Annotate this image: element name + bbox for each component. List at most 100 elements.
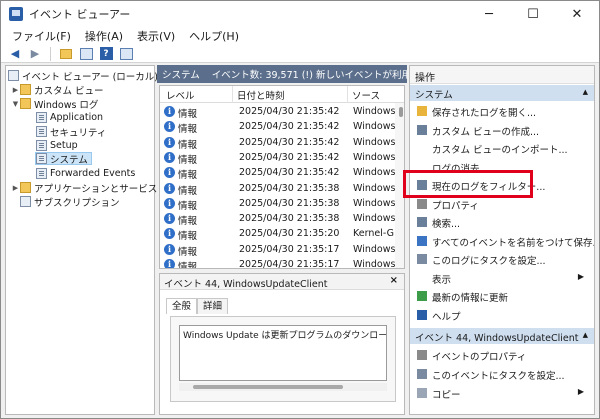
up-folder-icon[interactable] — [58, 47, 74, 61]
scrollbar-thumb[interactable] — [399, 107, 403, 117]
column-source[interactable]: ソース — [352, 88, 380, 102]
folder-open-icon — [417, 106, 427, 116]
table-row[interactable]: i 情報 2025/04/30 21:35:17 Windows — [160, 258, 396, 269]
navigation-tree: イベント ビューアー (ローカル) ▶ カスタム ビュー ▼ Windows ロ… — [5, 65, 179, 415]
action-item[interactable]: イベントのプロパティ — [410, 347, 594, 363]
table-row[interactable]: i 情報 2025/04/30 21:35:38 Windows — [160, 182, 396, 197]
action-label: 最新の情報に更新 — [432, 293, 509, 304]
tree-item-custom-views[interactable]: ▶ カスタム ビュー — [11, 83, 104, 97]
tree-item-security[interactable]: セキュリティ — [36, 125, 106, 139]
action-item[interactable]: 検索... — [410, 214, 594, 230]
action-item[interactable]: ヘルプ — [410, 307, 594, 323]
submenu-arrow-icon: ▶ — [577, 387, 584, 396]
action-item[interactable]: 保存されたログを開く... — [410, 103, 594, 119]
collapse-up-icon[interactable]: ▲ — [583, 88, 588, 96]
properties-icon — [417, 350, 427, 360]
action-item[interactable]: コピー ▶ — [410, 385, 594, 401]
action-label: このイベントにタスクを設定... — [432, 371, 565, 382]
tab-details[interactable]: 詳細 — [197, 298, 229, 314]
maximize-button[interactable]: ☐ — [511, 1, 555, 27]
cell-source: Windows — [353, 167, 396, 179]
table-row[interactable]: i 情報 2025/04/30 21:35:42 Windows — [160, 166, 396, 181]
table-row[interactable]: i 情報 2025/04/30 21:35:42 Windows — [160, 151, 396, 166]
tree-item-system[interactable]: システム — [35, 152, 92, 166]
action-item[interactable]: このログにタスクを設定... — [410, 251, 594, 267]
action-item[interactable]: カスタム ビューの作成... — [410, 122, 594, 138]
action-label: コピー — [432, 390, 461, 401]
cell-source: Windows — [353, 243, 396, 255]
close-button[interactable]: ✕ — [555, 1, 599, 27]
filter-icon — [417, 124, 427, 135]
tree-item-root[interactable]: イベント ビューアー (ローカル) — [8, 69, 158, 83]
cell-level: 情報 — [178, 170, 198, 182]
scrollbar-thumb[interactable] — [193, 385, 343, 389]
cell-level: 情報 — [178, 154, 198, 166]
menu-file[interactable]: ファイル(F) — [5, 28, 78, 44]
cell-level: 情報 — [178, 216, 198, 228]
message-scrollbar[interactable] — [179, 383, 387, 391]
collapse-up-icon[interactable]: ▲ — [583, 331, 588, 339]
cell-source: Windows — [353, 136, 396, 148]
back-arrow-icon[interactable]: ◀ — [7, 47, 23, 61]
menu-help[interactable]: ヘルプ(H) — [182, 28, 246, 44]
table-row[interactable]: i 情報 2025/04/30 21:35:38 Windows — [160, 197, 396, 212]
close-detail-icon[interactable]: × — [390, 275, 398, 286]
cell-level: 情報 — [178, 109, 198, 120]
expand-arrow-icon[interactable]: ▶ — [11, 184, 20, 192]
find-icon — [417, 217, 427, 227]
show-hide-tree-icon[interactable] — [78, 47, 94, 61]
cell-level: 情報 — [178, 262, 198, 269]
tree-item-apps-services[interactable]: ▶ アプリケーションとサービス ログ — [11, 181, 179, 195]
tab-general[interactable]: 全般 — [166, 298, 198, 314]
info-icon: i — [164, 136, 175, 148]
submenu-arrow-icon: ▶ — [577, 271, 584, 281]
table-row[interactable]: i 情報 2025/04/30 21:35:17 Windows — [160, 243, 396, 258]
menu-action[interactable]: 操作(A) — [78, 28, 130, 44]
table-row[interactable]: i 情報 2025/04/30 21:35:42 Windows — [160, 105, 396, 120]
cell-source: Windows — [353, 121, 396, 133]
cell-datetime: 2025/04/30 21:35:42 — [239, 167, 340, 179]
action-item[interactable]: カスタム ビューのインポート... — [410, 140, 594, 156]
minimize-button[interactable]: ─ — [467, 1, 511, 27]
action-label: プロパティ — [432, 200, 479, 212]
blank-icon — [417, 143, 427, 153]
tree-item-windows-logs[interactable]: ▼ Windows ログ — [11, 97, 98, 111]
actions-section-system[interactable]: システム ▲ — [410, 85, 594, 101]
collapse-arrow-icon[interactable]: ▼ — [11, 100, 20, 108]
help-icon[interactable]: ? — [98, 47, 114, 61]
save-icon — [417, 235, 427, 246]
action-label: イベントのプロパティ — [432, 352, 527, 363]
event-message[interactable]: Windows Update は更新プログラムのダウンロードを開始し — [179, 325, 387, 381]
actions-section-event[interactable]: イベント 44, WindowsUpdateClient ▲ — [410, 328, 594, 344]
info-icon: i — [164, 121, 175, 133]
column-separator — [232, 86, 233, 103]
cell-source: Windows — [353, 259, 396, 269]
tree-item-subscriptions[interactable]: サブスクリプション — [20, 195, 120, 209]
table-row[interactable]: i 情報 2025/04/30 21:35:42 Windows — [160, 136, 396, 151]
column-level[interactable]: レベル — [166, 88, 195, 102]
event-count: イベント数: 39,571 (!) 新しいイベントが利用可能です — [211, 70, 407, 81]
cell-datetime: 2025/04/30 21:35:42 — [239, 151, 340, 163]
table-row[interactable]: i 情報 2025/04/30 21:35:38 Windows — [160, 212, 396, 227]
event-viewer-icon — [9, 7, 23, 21]
action-item[interactable]: すべてのイベントを名前をつけて保存... — [410, 233, 594, 249]
info-icon: i — [164, 167, 175, 179]
table-row[interactable]: i 情報 2025/04/30 21:35:42 Windows — [160, 120, 396, 135]
table-row[interactable]: i 情報 2025/04/30 21:35:20 Kernel-G — [160, 227, 396, 242]
tree-item-forwarded-events[interactable]: Forwarded Events — [36, 167, 135, 180]
action-item[interactable]: このイベントにタスクを設定... — [410, 366, 594, 382]
log-header-bar: システム イベント数: 39,571 (!) 新しいイベントが利用可能です — [157, 65, 407, 83]
toolbar-separator — [50, 46, 51, 61]
column-datetime[interactable]: 日付と時刻 — [237, 88, 285, 102]
tree-item-setup[interactable]: Setup — [36, 139, 78, 152]
tree-item-application[interactable]: Application — [36, 111, 103, 124]
action-label: 表示 — [432, 274, 452, 286]
highlight-annotation — [403, 170, 533, 198]
forward-arrow-icon[interactable]: ▶ — [27, 47, 43, 61]
show-hide-actions-icon[interactable] — [118, 47, 134, 61]
menu-view[interactable]: 表示(V) — [130, 28, 182, 44]
expand-arrow-icon[interactable]: ▶ — [11, 86, 20, 94]
cell-level: 情報 — [178, 200, 198, 212]
action-item[interactable]: 表示 ▶ — [410, 270, 594, 286]
action-item[interactable]: 最新の情報に更新 — [410, 288, 594, 304]
